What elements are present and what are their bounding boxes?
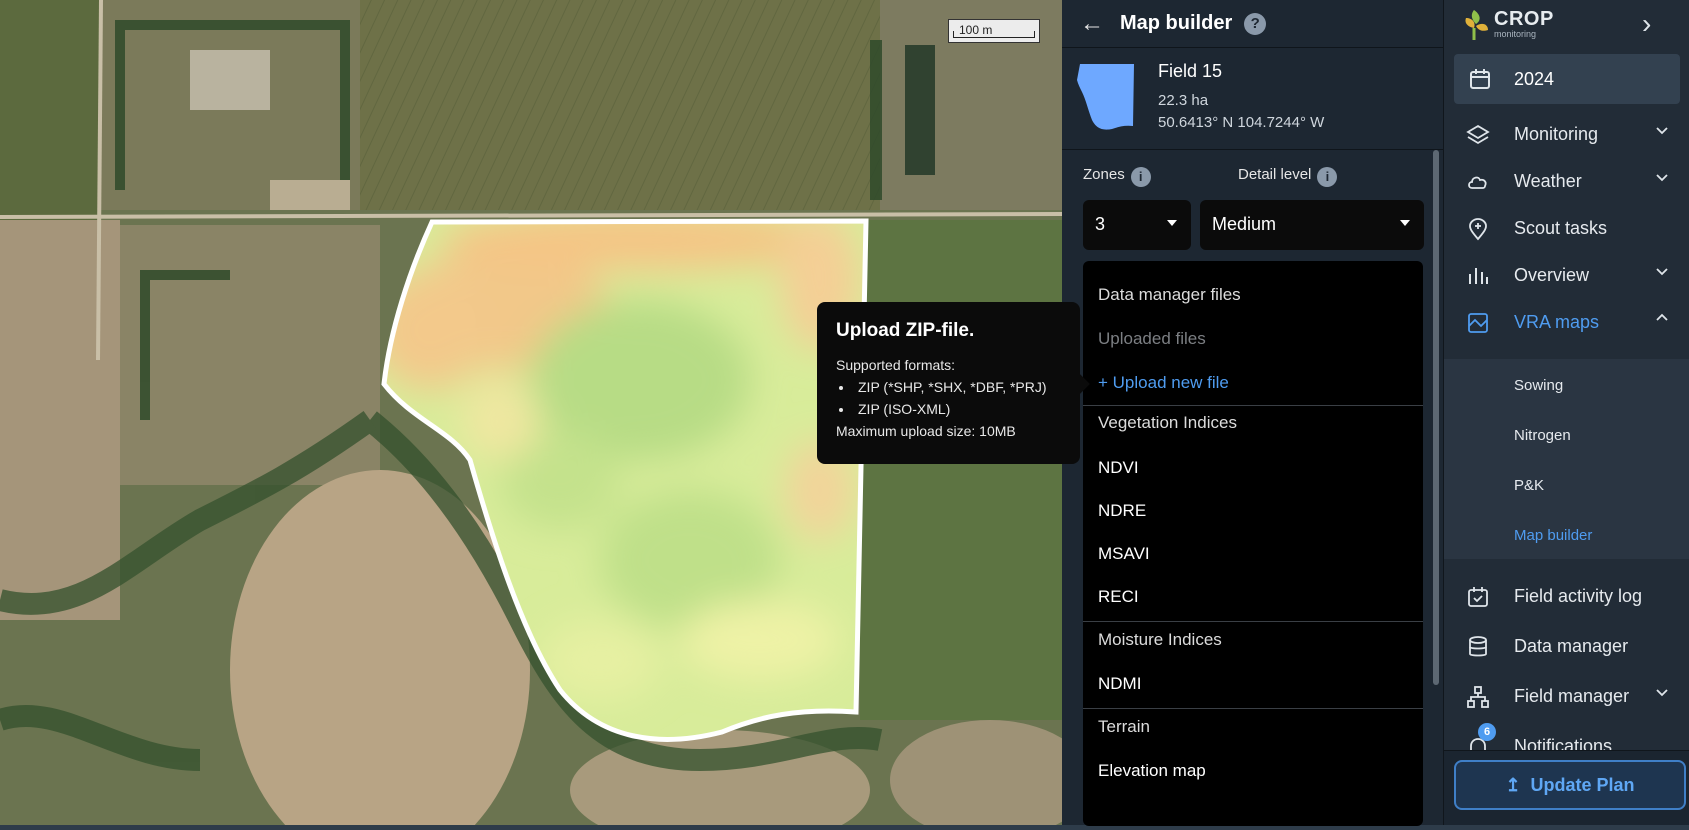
subnav-map-builder[interactable]: Map builder [1514, 527, 1592, 544]
cloud-icon [1468, 176, 1487, 189]
terrain-header: Terrain [1098, 717, 1150, 736]
nav-label: Weather [1514, 171, 1582, 191]
option-ndre[interactable]: NDRE [1083, 501, 1423, 521]
divider [1083, 405, 1423, 406]
vra-map-icon [1468, 313, 1488, 333]
detail-level-select[interactable]: Medium [1200, 200, 1424, 250]
vegetation-indices-header: Vegetation Indices [1098, 413, 1237, 432]
divider [1083, 708, 1423, 709]
field-card [1062, 48, 1443, 150]
crop-monitoring-logo [1465, 10, 1488, 40]
moisture-indices-header: Moisture Indices [1098, 630, 1222, 649]
year-label: 2024 [1514, 69, 1555, 89]
info-icon[interactable]: i [1130, 167, 1151, 187]
dropdown-uploaded-files: Uploaded files [1098, 329, 1206, 348]
chevron-down-icon [1656, 268, 1668, 276]
nav-item-overview[interactable]: Overview [1444, 251, 1689, 301]
option-ndmi[interactable]: NDMI [1083, 674, 1423, 694]
source-dropdown: Data manager files Uploaded files + Uplo… [1083, 261, 1423, 826]
chevron-down-icon [1656, 689, 1668, 697]
logo-text: CROP [1494, 8, 1554, 30]
option-elevation-map[interactable]: Elevation map [1083, 761, 1423, 781]
zones-label: Zones i [1083, 166, 1151, 187]
chevron-down-icon [1656, 127, 1668, 135]
nav-item-field-manager[interactable]: Field manager [1444, 672, 1689, 722]
upload-tooltip: Upload ZIP-file. Supported formats: ZIP … [817, 302, 1080, 464]
bottom-scroll-strip [0, 825, 1689, 830]
tooltip-format-item: ZIP (*SHP, *SHX, *DBF, *PRJ) [854, 376, 1061, 398]
notification-count-badge: 6 [1478, 723, 1496, 741]
subnav-sowing[interactable]: Sowing [1514, 377, 1563, 394]
zones-value: 3 [1095, 214, 1106, 234]
zones-label-text: Zones [1083, 166, 1125, 183]
option-msavi[interactable]: MSAVI [1083, 544, 1423, 564]
chevron-right-icon[interactable]: › [1642, 8, 1651, 40]
caret-down-icon [1167, 220, 1177, 226]
tooltip-format-item: ZIP (ISO-XML) [854, 398, 1061, 420]
nav-item-field-activity-log[interactable]: Field activity log [1444, 572, 1689, 622]
detail-level-value: Medium [1212, 214, 1277, 234]
nav-item-scout-tasks[interactable]: Scout tasks [1444, 204, 1689, 254]
nav-label: Monitoring [1514, 124, 1599, 144]
panel-scrollbar[interactable] [1433, 150, 1439, 685]
panel-header: ← Map builder ? [1062, 0, 1443, 48]
detail-level-label-text: Detail level [1238, 166, 1312, 183]
logo-subtext: monitoring [1494, 29, 1537, 39]
tooltip-format-list: ZIP (*SHP, *SHX, *DBF, *PRJ) ZIP (ISO-XM… [836, 376, 1061, 420]
year-selector[interactable]: 2024 [1454, 54, 1680, 104]
chevron-down-icon [1656, 174, 1668, 182]
main-navigation: CROP monitoring › 2024 Monitoring Weathe… [1443, 0, 1689, 830]
database-icon [1469, 636, 1487, 657]
layers-icon [1466, 124, 1490, 145]
update-plan-button[interactable]: ↥ Update Plan [1454, 760, 1686, 810]
nav-item-vra-maps[interactable]: VRA maps [1444, 298, 1689, 348]
hierarchy-icon [1467, 686, 1489, 708]
caret-down-icon [1400, 220, 1410, 226]
nav-label: Data manager [1514, 636, 1629, 656]
scale-bar: 100 m [948, 19, 1040, 43]
map-pin-plus-icon [1469, 218, 1487, 241]
field-area: 22.3 ha [1158, 92, 1209, 109]
tooltip-max-size: Maximum upload size: 10MB [836, 423, 1016, 439]
upload-icon: ↥ [1505, 775, 1521, 795]
nav-label: VRA maps [1514, 312, 1600, 332]
field-coordinates: 50.6413° N 104.7244° W [1158, 114, 1325, 131]
update-plan-label: Update Plan [1530, 775, 1635, 795]
info-icon[interactable]: i [1317, 167, 1338, 187]
nav-item-monitoring[interactable]: Monitoring [1444, 110, 1689, 160]
calendar-check-icon [1468, 587, 1488, 607]
help-icon[interactable]: ? [1244, 12, 1267, 35]
nav-label: Field activity log [1514, 586, 1643, 606]
nav-label: Overview [1514, 265, 1590, 285]
page-title: Map builder [1120, 12, 1233, 34]
field-shape-thumbnail [1077, 64, 1134, 130]
nav-label: Field manager [1514, 686, 1630, 706]
nav-item-data-manager[interactable]: Data manager [1444, 622, 1689, 672]
subnav-nitrogen[interactable]: Nitrogen [1514, 427, 1571, 444]
back-arrow-icon[interactable]: ← [1080, 10, 1104, 38]
detail-level-label: Detail level i [1238, 166, 1338, 187]
tooltip-supported-label: Supported formats: [836, 357, 956, 373]
upload-new-file-link[interactable]: + Upload new file [1083, 373, 1423, 393]
calendar-icon [1470, 69, 1490, 89]
bar-chart-icon [1469, 268, 1488, 284]
subnav-pk[interactable]: P&K [1514, 477, 1544, 494]
divider [1083, 621, 1423, 622]
option-ndvi[interactable]: NDVI [1083, 458, 1423, 478]
dropdown-data-manager-files[interactable]: Data manager files [1083, 285, 1423, 305]
chevron-up-icon [1656, 313, 1668, 321]
field-name: Field 15 [1158, 61, 1223, 81]
nav-label: Scout tasks [1514, 218, 1608, 238]
zones-select[interactable]: 3 [1083, 200, 1191, 250]
option-reci[interactable]: RECI [1083, 587, 1423, 607]
nav-item-weather[interactable]: Weather [1444, 157, 1689, 207]
tooltip-title: Upload ZIP-file. [836, 320, 975, 341]
